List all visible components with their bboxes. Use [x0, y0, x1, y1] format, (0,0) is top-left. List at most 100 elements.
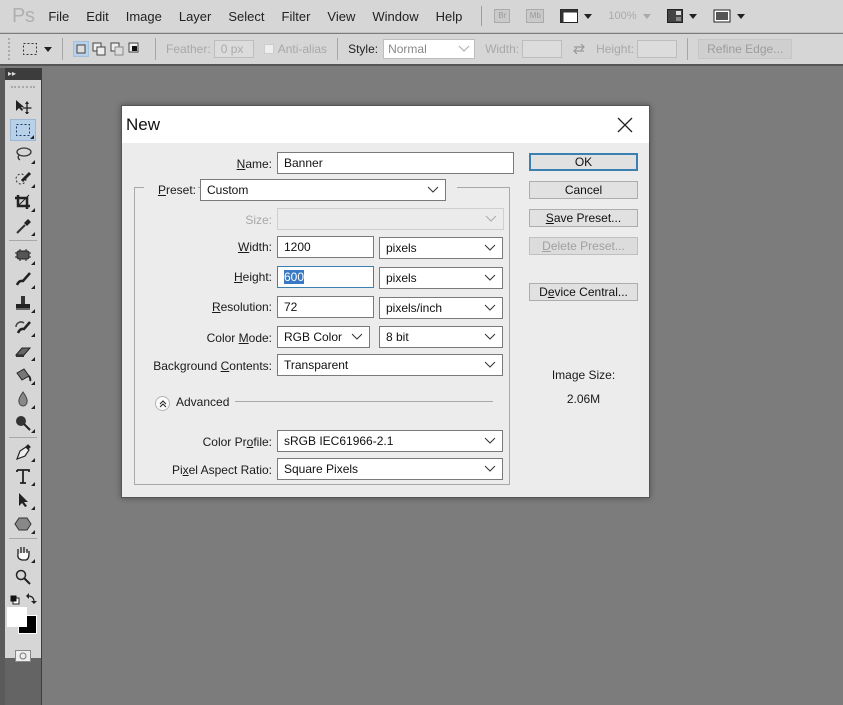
device-central-button[interactable]: Device Central... [529, 283, 638, 301]
pen-tool[interactable] [10, 441, 36, 463]
paint-bucket-tool[interactable] [10, 364, 36, 386]
menu-image[interactable]: Image [126, 9, 162, 24]
clone-stamp-tool[interactable] [10, 292, 36, 314]
width-unit-value: pixels [386, 241, 417, 255]
menu-select[interactable]: Select [228, 9, 264, 24]
pixel-aspect-ratio-label: Pixel Aspect Ratio: [171, 463, 272, 477]
preset-dropdown[interactable]: Custom [200, 179, 446, 201]
new-document-dialog: New Name: Banner Preset: Custom Size: Wi… [121, 105, 650, 498]
delete-preset-button[interactable]: Delete Preset... [529, 237, 638, 255]
ok-button[interactable]: OK [529, 153, 638, 171]
path-selection-tool[interactable] [10, 489, 36, 511]
size-dropdown[interactable] [277, 208, 504, 230]
pixel-aspect-ratio-dropdown[interactable]: Square Pixels [277, 458, 503, 480]
eyedropper-tool[interactable] [10, 215, 36, 237]
menu-layer[interactable]: Layer [179, 9, 212, 24]
close-icon [617, 117, 633, 133]
spot-healing-brush-tool[interactable] [10, 244, 36, 266]
new-selection-button[interactable] [73, 41, 89, 57]
options-bar-grip[interactable] [8, 38, 14, 60]
toolbox: ▸▸ [5, 68, 42, 705]
swap-width-height-button[interactable] [572, 43, 586, 55]
subtract-from-selection-button[interactable] [109, 41, 125, 57]
type-tool[interactable] [10, 465, 36, 487]
view-extras-button[interactable] [560, 9, 593, 23]
quick-mask-icon [19, 652, 27, 660]
chevron-down-icon [484, 437, 496, 444]
style-dropdown[interactable]: Normal [383, 39, 476, 59]
rectangular-marquee-tool[interactable] [10, 119, 36, 141]
menu-filter[interactable]: Filter [282, 9, 311, 24]
menu-edit[interactable]: Edit [86, 9, 108, 24]
crop-tool[interactable] [10, 191, 36, 213]
move-tool[interactable] [10, 95, 36, 117]
intersect-selection-icon [128, 42, 139, 53]
width-input[interactable]: 1200 [277, 236, 374, 258]
dodge-tool[interactable] [10, 412, 36, 434]
refine-edge-button[interactable]: Refine Edge... [698, 39, 793, 59]
feather-input[interactable]: 0 px [213, 40, 254, 58]
more-tools-indicator [31, 506, 35, 510]
crop-icon [15, 194, 30, 209]
screen-mode-button[interactable] [713, 9, 745, 23]
add-to-selection-button[interactable] [91, 41, 107, 57]
zoom-tool[interactable] [10, 566, 36, 588]
height-input[interactable]: 600 [277, 266, 374, 288]
tool-preset-picker[interactable] [22, 42, 52, 56]
brush-tool[interactable] [10, 268, 36, 290]
bit-depth-dropdown[interactable]: 8 bit [379, 326, 503, 348]
blur-tool[interactable] [10, 388, 36, 410]
dialog-title-bar[interactable]: New [122, 106, 649, 143]
cancel-button[interactable]: Cancel [529, 181, 638, 199]
launch-bridge-button[interactable]: Br [494, 9, 511, 23]
menu-file[interactable]: File [48, 9, 69, 24]
arrange-documents-button[interactable] [666, 9, 697, 23]
name-input[interactable]: Banner [277, 152, 514, 174]
menu-view[interactable]: View [327, 9, 355, 24]
quick-mask-button[interactable] [15, 650, 31, 662]
launch-mini-bridge-button[interactable]: Mb [526, 9, 545, 23]
shape-tool[interactable] [10, 513, 36, 535]
color-mode-dropdown[interactable]: RGB Color [277, 326, 370, 348]
menu-help[interactable]: Help [436, 9, 463, 24]
toolbox-grip[interactable] [11, 86, 35, 89]
save-preset-button[interactable]: Save Preset... [529, 209, 638, 227]
resolution-unit-dropdown[interactable]: pixels/inch [379, 297, 503, 319]
chevron-down-icon [642, 13, 651, 19]
lasso-tool[interactable] [10, 143, 36, 165]
height-label: Height: [233, 270, 272, 284]
chevron-down-icon [427, 186, 439, 193]
toolbox-collapse-button[interactable]: ▸▸ [5, 68, 41, 80]
antialias-checkbox[interactable] [263, 44, 274, 54]
color-profile-dropdown[interactable]: sRGB IEC61966-2.1 [277, 430, 503, 452]
foreground-color-swatch[interactable] [7, 607, 27, 627]
height-value-selected: 600 [284, 270, 305, 284]
width-input[interactable] [522, 40, 563, 58]
width-unit-dropdown[interactable]: pixels [379, 237, 503, 259]
menu-window[interactable]: Window [372, 9, 418, 24]
mini-bridge-icon: Mb [526, 9, 545, 23]
hand-tool[interactable] [10, 542, 36, 564]
close-button[interactable] [615, 115, 635, 135]
more-tools-indicator [31, 333, 35, 337]
resolution-input[interactable]: 72 [277, 296, 374, 318]
more-tools-indicator [31, 208, 35, 212]
eraser-tool[interactable] [10, 340, 36, 362]
resolution-label: Resolution: [211, 300, 272, 314]
photoshop-logo: Ps [12, 4, 35, 27]
rectangular-marquee-icon [16, 124, 30, 136]
background-contents-dropdown[interactable]: Transparent [277, 354, 503, 376]
color-mode-value: RGB Color [284, 330, 343, 344]
height-unit-dropdown[interactable]: pixels [379, 267, 503, 289]
zoom-level-dropdown[interactable]: 100% [608, 10, 651, 22]
polygon-shape-icon [14, 517, 32, 531]
default-colors-button[interactable] [10, 594, 20, 608]
swap-colors-button[interactable] [26, 593, 37, 607]
more-tools-indicator [31, 381, 35, 385]
advanced-toggle-button[interactable] [155, 396, 170, 411]
height-input[interactable] [637, 40, 678, 58]
history-brush-tool[interactable] [10, 316, 36, 338]
quick-selection-tool[interactable] [10, 167, 36, 189]
intersect-selection-button[interactable] [127, 41, 143, 57]
style-value: Normal [388, 42, 427, 56]
